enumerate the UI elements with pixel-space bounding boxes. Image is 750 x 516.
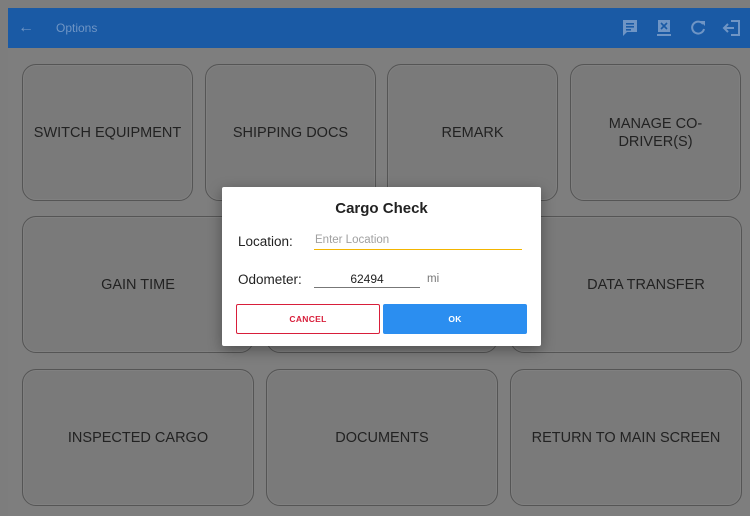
shipping-docs-button[interactable]: SHIPPING DOCS [205,64,376,201]
documents-button[interactable]: DOCUMENTS [266,369,498,506]
back-arrow-icon[interactable]: ← [18,8,34,48]
page-title: Options [56,21,98,35]
remark-button[interactable]: REMARK [387,64,558,201]
odometer-input[interactable] [314,271,420,288]
location-input[interactable] [314,231,522,250]
ok-button[interactable]: OK [383,304,527,334]
export-icon[interactable] [654,18,674,38]
logout-icon[interactable] [722,18,742,38]
message-icon[interactable] [620,18,640,38]
cargo-check-dialog: Cargo Check Location: Odometer: mi CANCE… [222,187,541,346]
location-label: Location: [238,234,293,249]
refresh-icon[interactable] [688,18,708,38]
return-main-screen-button[interactable]: RETURN TO MAIN SCREEN [510,369,742,506]
odometer-label: Odometer: [238,272,302,287]
toolbar-icons [620,18,742,38]
cancel-button[interactable]: CANCEL [236,304,380,334]
dialog-title: Cargo Check [335,200,428,217]
inspected-cargo-button[interactable]: INSPECTED CARGO [22,369,254,506]
data-transfer-button[interactable]: DATA TRANSFER [510,216,742,353]
manage-codriver-button[interactable]: MANAGE CO-DRIVER(S) [570,64,741,201]
top-app-bar: ← Options [8,8,750,48]
switch-equipment-button[interactable]: SWITCH EQUIPMENT [22,64,193,201]
gain-time-button[interactable]: GAIN TIME [22,216,254,353]
odometer-unit: mi [427,273,440,285]
